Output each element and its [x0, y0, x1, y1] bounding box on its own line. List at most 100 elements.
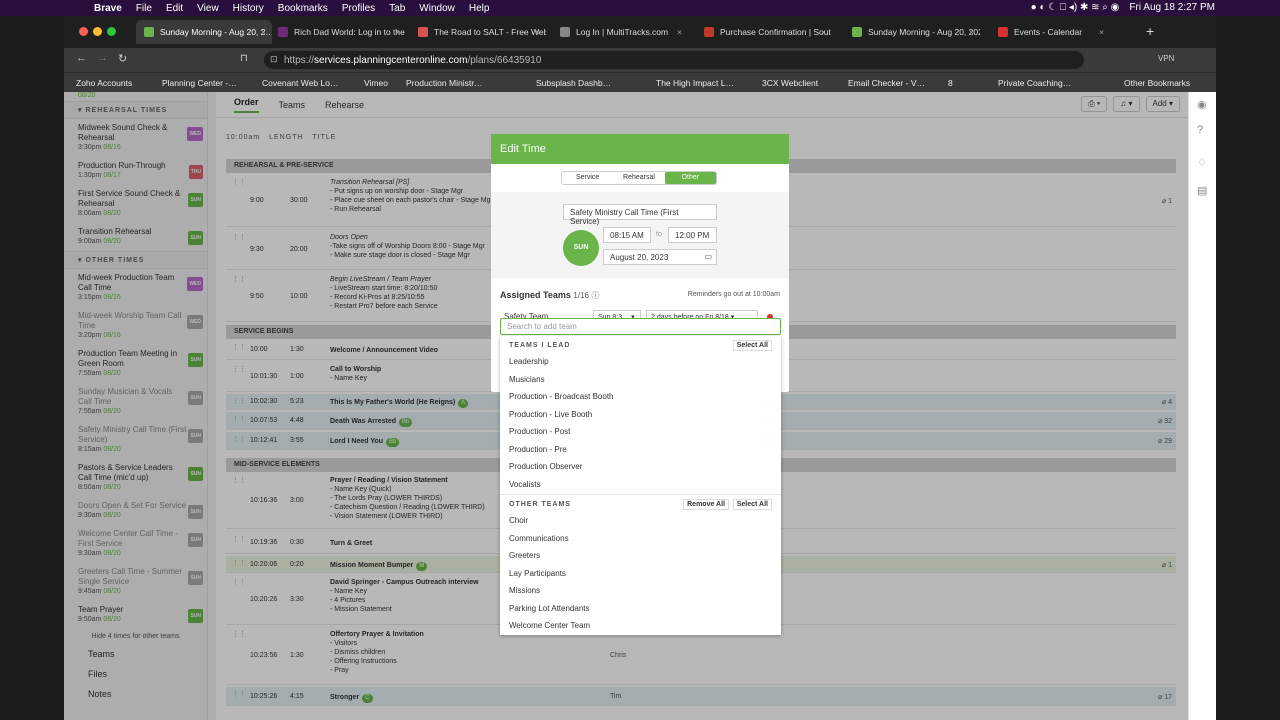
team-option[interactable]: Production Observer: [500, 459, 781, 477]
tab-label: Sunday Morning - Aug 20, 202…: [868, 27, 980, 37]
menu-list: File Edit View History Bookmarks Profiles Tab W…: [122, 3, 490, 14]
bookmark-item[interactable]: Production Ministr…: [406, 78, 483, 88]
bookmark-item[interactable]: Email Checker - V…: [848, 78, 925, 88]
team-option[interactable]: Parking Lot Attendants: [500, 601, 781, 619]
team-option[interactable]: Greeters: [500, 548, 781, 566]
help-icon[interactable]: ?: [1197, 124, 1203, 136]
clock: Fri Aug 18 2:27 PM: [1129, 2, 1215, 13]
menu-edit[interactable]: Edit: [166, 3, 183, 14]
team-search-input[interactable]: Search to add team: [500, 318, 781, 335]
app-name[interactable]: Brave: [94, 3, 122, 14]
close-tab-icon[interactable]: ×: [677, 27, 682, 37]
team-option[interactable]: Production - Broadcast Booth: [500, 389, 781, 407]
menu-bookmarks[interactable]: Bookmarks: [278, 3, 328, 14]
bookmark-item[interactable]: 3CX Webclient: [762, 78, 818, 88]
bookmark-item[interactable]: Covenant Web Lo…: [262, 78, 338, 88]
end-time-input[interactable]: 12:00 PM: [668, 227, 717, 243]
team-option[interactable]: Choir: [500, 513, 781, 531]
menu-history[interactable]: History: [233, 3, 264, 14]
menu-help[interactable]: Help: [469, 3, 490, 14]
info-icon[interactable]: ⓘ: [591, 291, 599, 300]
browser-tab[interactable]: Rich Dad World: Log in to the s…×: [270, 20, 406, 44]
bookmark-item[interactable]: 8: [948, 78, 953, 88]
team-option[interactable]: Welcome Center Team: [500, 618, 781, 636]
new-tab-button[interactable]: +: [1146, 23, 1154, 39]
close-tab-icon[interactable]: ×: [535, 27, 540, 37]
avatar[interactable]: ◉: [1197, 98, 1207, 111]
close-tab-icon[interactable]: ×: [261, 27, 266, 37]
vpn-button[interactable]: VPN: [1158, 54, 1174, 63]
bookmark-item[interactable]: The High Impact L…: [656, 78, 734, 88]
segment-service[interactable]: Service: [562, 172, 613, 184]
team-option[interactable]: Communications: [500, 531, 781, 549]
bookmark-item[interactable]: Other Bookmarks: [1124, 78, 1190, 88]
team-option[interactable]: Vocalists: [500, 477, 781, 495]
status-area: ● ◐ ☾ ⎕ ◂) ✱ ≋ ⌕ ◉ Fri Aug 18 2:27 PM: [1031, 2, 1215, 13]
minimize-window-button[interactable]: [93, 27, 102, 36]
team-option[interactable]: Production - Live Booth: [500, 407, 781, 425]
browser-tab[interactable]: Sunday Morning - Aug 20, 2… ×: [136, 20, 272, 44]
tab-favicon-icon: [418, 27, 428, 37]
day-circle: SUN: [563, 230, 599, 266]
browser-tab[interactable]: Purchase Confirmation | Sout… ×: [696, 20, 832, 44]
modal-title: Edit Time: [491, 134, 789, 164]
tab-label: The Road to SALT - Free Webi…: [434, 27, 546, 37]
browser-tab[interactable]: Events - Calendar ×: [990, 20, 1110, 44]
section-title: TEAMS I LEAD: [509, 342, 571, 349]
select-all-lead-button[interactable]: Select All: [732, 340, 772, 351]
notification-icon[interactable]: ♢: [1197, 156, 1207, 169]
menu-file[interactable]: File: [136, 3, 152, 14]
close-tab-icon[interactable]: ×: [1099, 27, 1104, 37]
tab-favicon-icon: [852, 27, 862, 37]
close-tab-icon[interactable]: ×: [969, 27, 974, 37]
right-rail: ◉ ? ♢ ▤: [1188, 92, 1216, 720]
tab-label: Sunday Morning - Aug 20, 2…: [160, 27, 272, 37]
browser-tab[interactable]: Sunday Morning - Aug 20, 202… ×: [844, 20, 980, 44]
bookmarks-bar: Zoho Accounts Planning Center -… Covenant …: [64, 72, 1216, 92]
start-time-input[interactable]: 08:15 AM: [603, 227, 651, 243]
url-prefix: https://: [284, 54, 315, 66]
status-icons[interactable]: ● ◐ ☾ ⎕ ◂) ✱ ≋ ⌕ ◉: [1031, 2, 1120, 13]
close-tab-icon[interactable]: ×: [395, 27, 400, 37]
section-title: OTHER TEAMS: [509, 501, 571, 508]
menu-window[interactable]: Window: [419, 3, 455, 14]
tab-favicon-icon: [278, 27, 288, 37]
url-path: /plans/66435910: [467, 54, 542, 66]
bookmark-item[interactable]: Zoho Accounts: [76, 78, 132, 88]
url-bar[interactable]: ⊡ https://services.planningcenteronline.…: [264, 51, 1084, 69]
reload-icon[interactable]: ↻: [118, 52, 127, 65]
forward-icon[interactable]: →: [97, 52, 108, 64]
date-input[interactable]: August 20, 2023 ▭: [603, 249, 717, 265]
event-name-input[interactable]: Safety Ministry Call Time (First Service…: [563, 204, 717, 226]
tab-label: Purchase Confirmation | Sout…: [720, 27, 832, 37]
close-tab-icon[interactable]: ×: [821, 27, 826, 37]
menu-tab[interactable]: Tab: [389, 3, 405, 14]
tab-label: Events - Calendar: [1014, 27, 1083, 37]
bookmark-item[interactable]: Private Coaching…: [998, 78, 1071, 88]
back-icon[interactable]: ←: [76, 52, 87, 64]
menu-profiles[interactable]: Profiles: [342, 3, 375, 14]
browser-tab[interactable]: Log In | MultiTracks.com ×: [552, 20, 688, 44]
team-dropdown: TEAMS I LEAD Select All Leadership Musician…: [500, 336, 781, 635]
calendar-icon: ▭: [704, 252, 712, 261]
clipboard-icon[interactable]: ▤: [1197, 184, 1207, 197]
bookmark-icon[interactable]: ⊓: [240, 53, 248, 64]
remove-all-button[interactable]: Remove All: [683, 499, 729, 510]
team-option[interactable]: Production - Pre: [500, 442, 781, 460]
bookmark-item[interactable]: Planning Center -…: [162, 78, 237, 88]
url-host: services.planningcenteronline.com: [314, 54, 468, 66]
segment-rehearsal[interactable]: Rehearsal: [613, 172, 664, 184]
team-option[interactable]: Lay Participants: [500, 566, 781, 584]
team-option[interactable]: Missions: [500, 583, 781, 601]
browser-tab[interactable]: The Road to SALT - Free Webi…×: [410, 20, 546, 44]
close-window-button[interactable]: [79, 27, 88, 36]
bookmark-item[interactable]: Subsplash Dashb…: [536, 78, 611, 88]
bookmark-item[interactable]: Vimeo: [364, 78, 388, 88]
team-option[interactable]: Musicians: [500, 372, 781, 390]
select-all-other-button[interactable]: Select All: [732, 499, 772, 510]
team-option[interactable]: Leadership: [500, 354, 781, 372]
team-option[interactable]: Production - Post: [500, 424, 781, 442]
segment-other[interactable]: Other: [664, 172, 716, 184]
zoom-window-button[interactable]: [107, 27, 116, 36]
menu-view[interactable]: View: [197, 3, 219, 14]
